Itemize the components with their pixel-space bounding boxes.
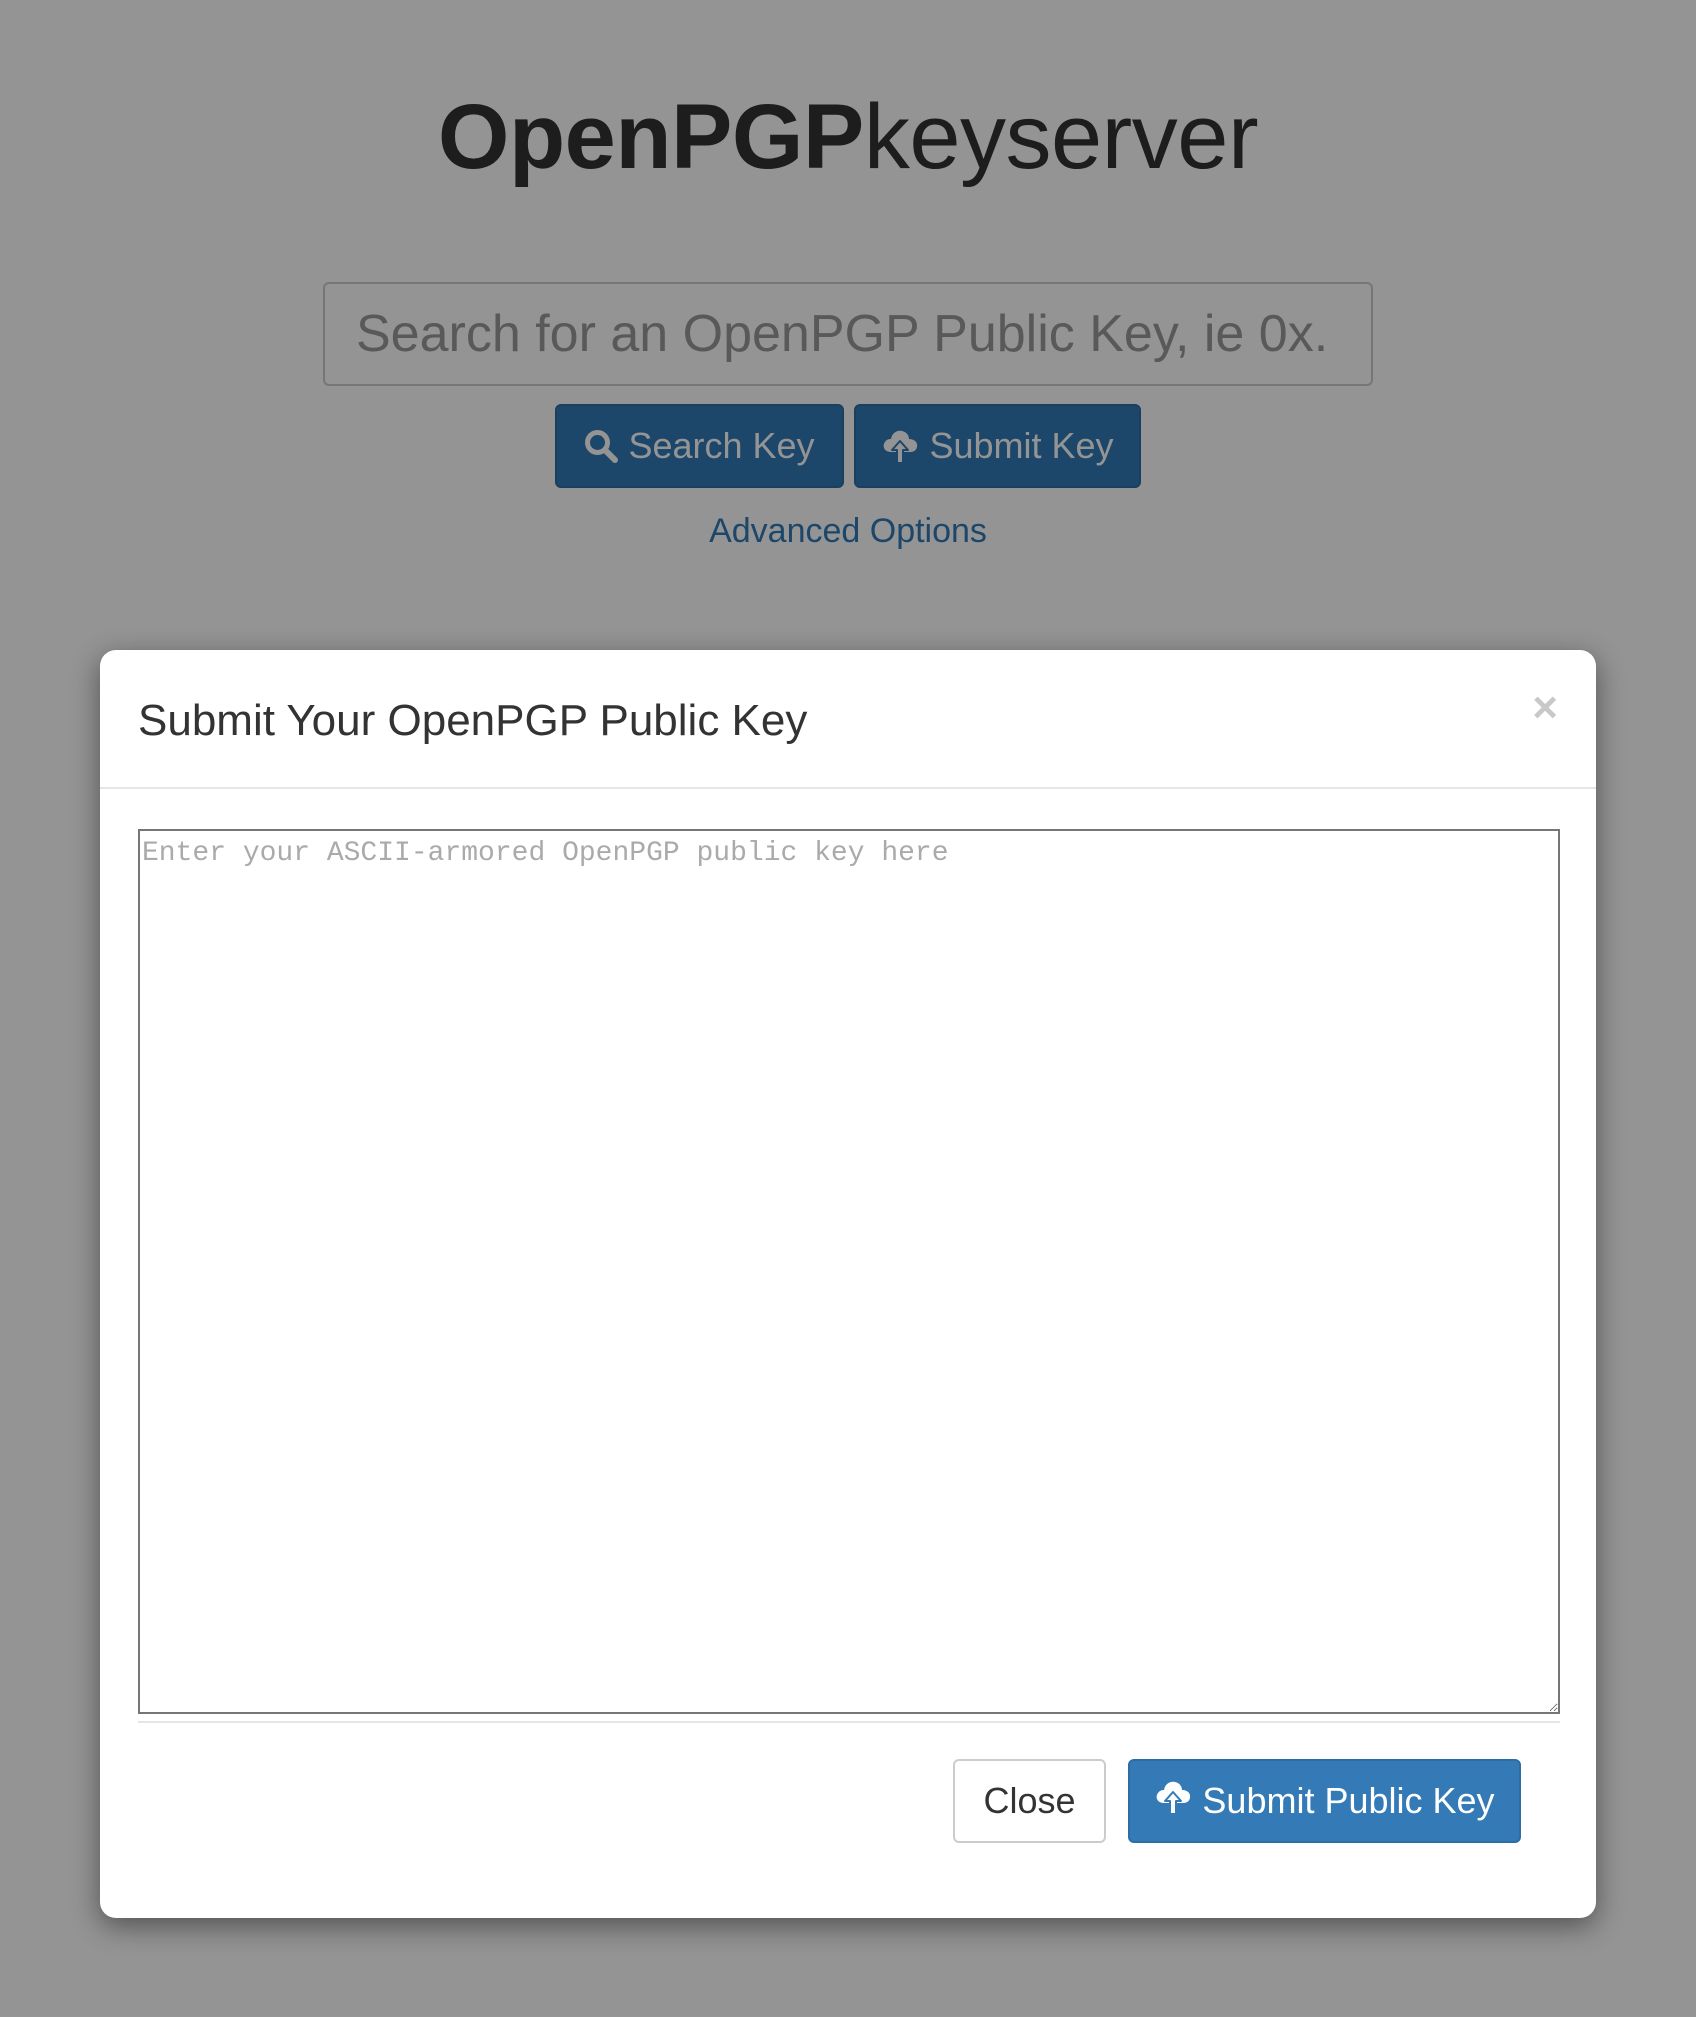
submit-key-modal: Submit Your OpenPGP Public Key × Close S…: [100, 650, 1596, 1918]
modal-header: Submit Your OpenPGP Public Key ×: [100, 650, 1596, 789]
close-icon[interactable]: ×: [1532, 686, 1558, 730]
close-button[interactable]: Close: [953, 1759, 1106, 1843]
cloud-upload-icon: [1154, 1778, 1192, 1825]
modal-title: Submit Your OpenPGP Public Key: [138, 696, 808, 745]
submit-public-key-label: Submit Public Key: [1202, 1780, 1495, 1821]
modal-footer-divider: [138, 1721, 1560, 1723]
public-key-textarea[interactable]: [138, 829, 1560, 1714]
submit-public-key-button[interactable]: Submit Public Key: [1128, 1759, 1521, 1843]
